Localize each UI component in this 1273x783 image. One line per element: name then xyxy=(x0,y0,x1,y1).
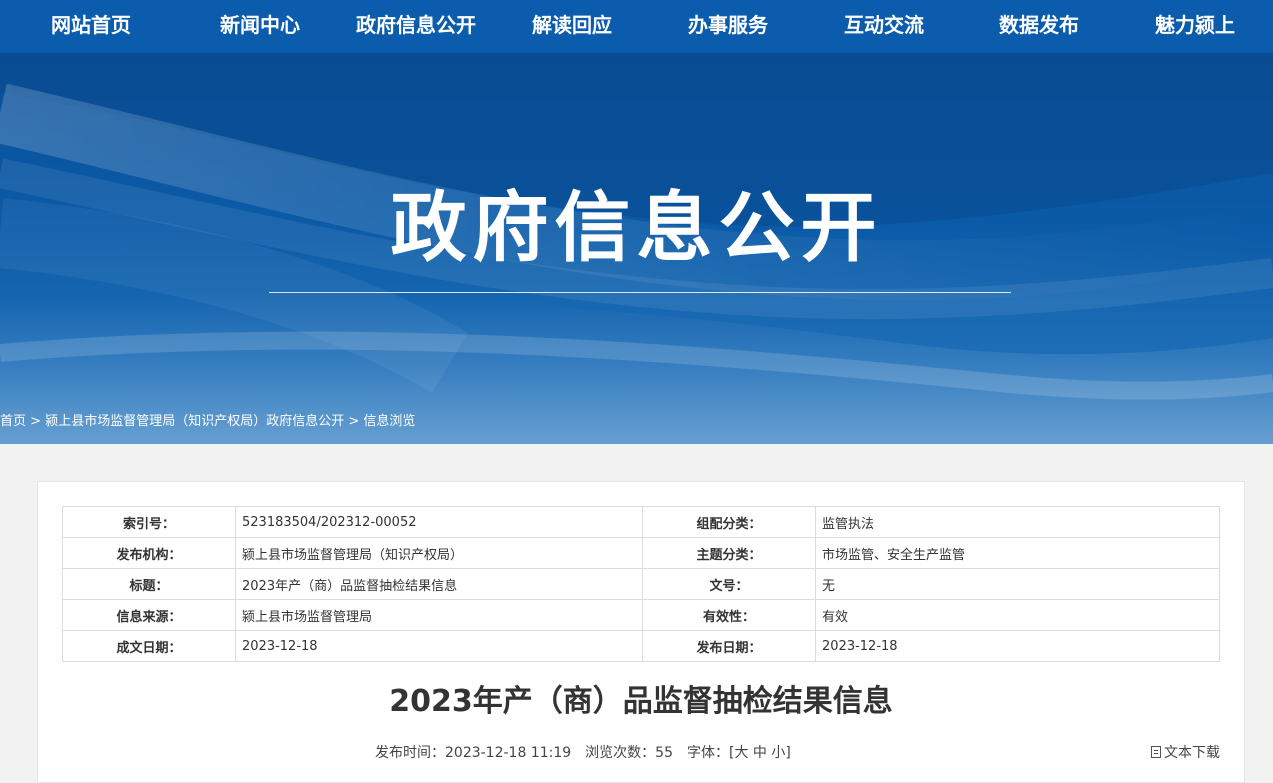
info-value: 颍上县市场监督管理局 xyxy=(235,599,643,631)
info-table: 索引号： 523183504/202312-00052 组配分类： 监管执法 发… xyxy=(62,506,1220,662)
nav-services[interactable]: 办事服务 xyxy=(688,10,768,40)
text-download-button[interactable]: 文本下载 xyxy=(1151,742,1220,764)
table-row: 成文日期： 2023-12-18 发布日期： 2023-12-18 xyxy=(62,630,1220,662)
nav-interaction[interactable]: 互动交流 xyxy=(844,10,924,40)
article-meta: 发布时间：2023-12-18 11:19 浏览次数：55 字体：[大 中 小] xyxy=(375,742,791,764)
table-row: 信息来源： 颍上县市场监督管理局 有效性： 有效 xyxy=(62,599,1220,631)
info-value: 2023-12-18 xyxy=(235,630,643,662)
font-size-small[interactable]: 小 xyxy=(771,745,785,761)
view-count: 55 xyxy=(655,745,673,761)
nav-home[interactable]: 网站首页 xyxy=(51,10,131,40)
breadcrumb-current[interactable]: 信息浏览 xyxy=(363,414,415,429)
info-label: 标题： xyxy=(62,568,236,600)
banner-title: 政府信息公开 xyxy=(390,183,883,272)
info-label: 索引号： xyxy=(62,506,236,538)
breadcrumb-section[interactable]: 颍上县市场监督管理局（知识产权局）政府信息公开 xyxy=(45,414,344,429)
info-value: 有效 xyxy=(815,599,1220,631)
nav-charm[interactable]: 魅力颍上 xyxy=(1155,10,1235,40)
download-label: 文本下载 xyxy=(1164,745,1220,761)
banner-divider xyxy=(269,292,1011,293)
publish-time-label: 发布时间： xyxy=(375,745,445,761)
table-row: 索引号： 523183504/202312-00052 组配分类： 监管执法 xyxy=(62,506,1220,538)
info-value: 2023-12-18 xyxy=(815,630,1220,662)
breadcrumb-separator: > xyxy=(348,414,360,429)
breadcrumb-separator: > xyxy=(30,414,42,429)
info-value: 无 xyxy=(815,568,1220,600)
breadcrumb: 首页 > 颍上县市场监督管理局（知识产权局）政府信息公开 > 信息浏览 xyxy=(0,411,415,433)
info-value: 市场监管、安全生产监管 xyxy=(815,537,1220,569)
info-value: 2023年产（商）品监督抽检结果信息 xyxy=(235,568,643,600)
font-bracket-close: ] xyxy=(785,745,791,761)
nav-news[interactable]: 新闻中心 xyxy=(220,10,300,40)
info-value: 颍上县市场监督管理局（知识产权局） xyxy=(235,537,643,569)
info-label: 文号： xyxy=(642,568,816,600)
article-title: 2023年产（商）品监督抽检结果信息 xyxy=(389,684,893,719)
nav-data-release[interactable]: 数据发布 xyxy=(999,10,1079,40)
table-row: 标题： 2023年产（商）品监督抽检结果信息 文号： 无 xyxy=(62,568,1220,600)
info-label: 发布机构： xyxy=(62,537,236,569)
content-panel: 索引号： 523183504/202312-00052 组配分类： 监管执法 发… xyxy=(37,481,1245,783)
document-icon xyxy=(1151,746,1161,758)
font-size-large[interactable]: 大 xyxy=(734,745,748,761)
top-nav: 网站首页 新闻中心 政府信息公开 解读回应 办事服务 互动交流 数据发布 魅力颍… xyxy=(0,0,1273,53)
font-size-label: 字体： xyxy=(687,745,729,761)
views-label: 浏览次数： xyxy=(585,745,656,761)
info-label: 成文日期： xyxy=(62,630,236,662)
table-row: 发布机构： 颍上县市场监督管理局（知识产权局） 主题分类： 市场监管、安全生产监… xyxy=(62,537,1220,569)
font-size-medium[interactable]: 中 xyxy=(753,745,767,761)
breadcrumb-home[interactable]: 首页 xyxy=(0,414,26,429)
nav-interpretation[interactable]: 解读回应 xyxy=(532,10,612,40)
nav-gov-info[interactable]: 政府信息公开 xyxy=(356,10,476,40)
banner: 政府信息公开 首页 > 颍上县市场监督管理局（知识产权局）政府信息公开 > 信息… xyxy=(0,53,1273,444)
info-value: 监管执法 xyxy=(815,506,1220,538)
publish-time: 2023-12-18 11:19 xyxy=(445,745,572,761)
info-label: 信息来源： xyxy=(62,599,236,631)
info-label: 组配分类： xyxy=(642,506,816,538)
info-label: 主题分类： xyxy=(642,537,816,569)
info-label: 有效性： xyxy=(642,599,816,631)
info-label: 发布日期： xyxy=(642,630,816,662)
info-value: 523183504/202312-00052 xyxy=(235,506,643,538)
